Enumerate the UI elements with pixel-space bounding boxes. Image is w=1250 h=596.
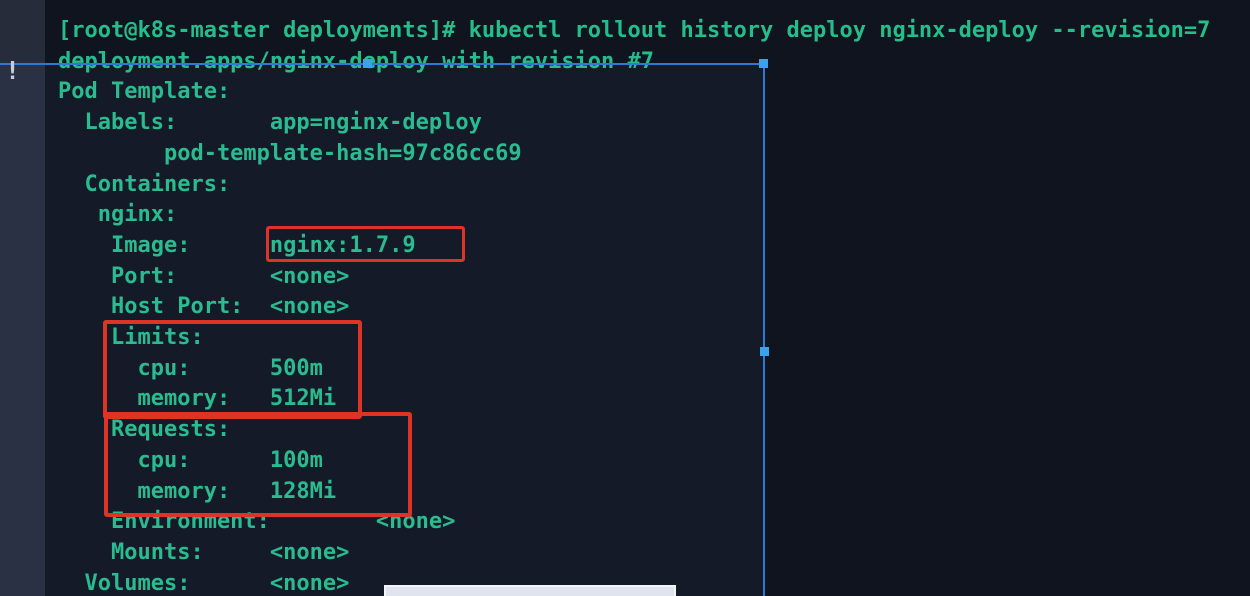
red-highlight-image-value (266, 226, 465, 262)
terminal-line: [root@k8s-master deployments]# kubectl r… (58, 16, 1210, 47)
selection-handle-top-right[interactable] (759, 59, 768, 68)
exclamation-marker: ! (5, 58, 20, 84)
red-highlight-limits-block (103, 320, 362, 419)
selection-handle-right-middle[interactable] (760, 347, 769, 356)
white-bar-fragment (384, 585, 676, 596)
red-highlight-requests-block (104, 412, 412, 517)
selection-handle-top-middle[interactable] (363, 59, 372, 68)
